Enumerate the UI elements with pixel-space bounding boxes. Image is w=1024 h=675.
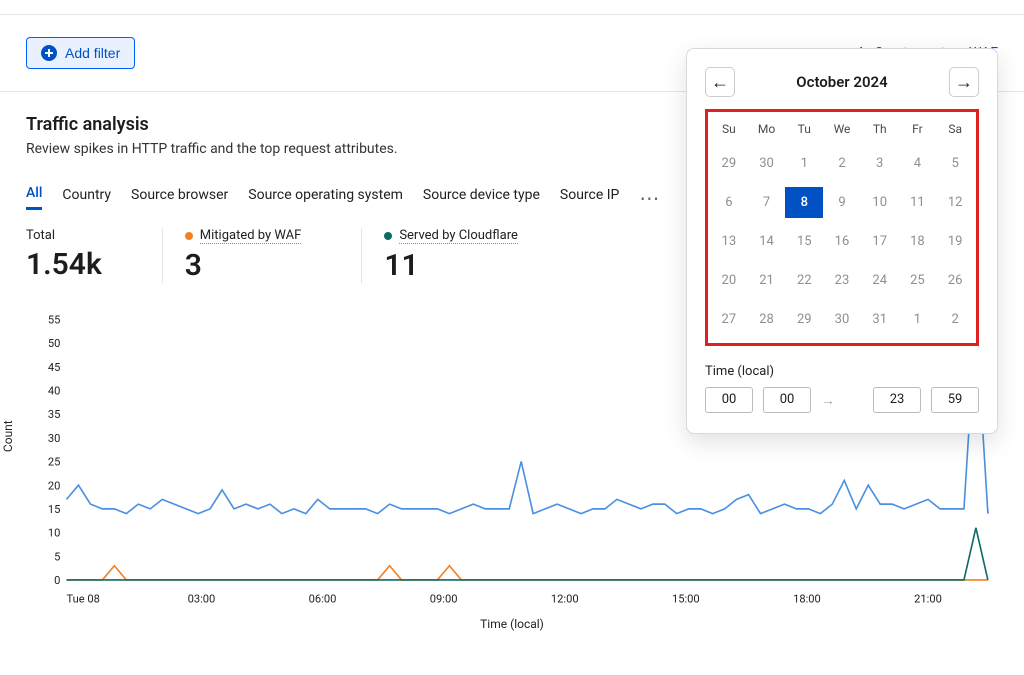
calendar-day[interactable]: 18 (899, 226, 937, 257)
chart-x-axis-label: Time (local) (0, 617, 1024, 631)
metric-mitigated-value: 3 (185, 248, 302, 283)
calendar-day[interactable]: 31 (861, 304, 899, 335)
more-tabs-icon[interactable]: ⋯ (639, 188, 659, 208)
svg-text:0: 0 (54, 574, 60, 587)
svg-text:5: 5 (54, 550, 60, 563)
calendar-day[interactable]: 9 (823, 187, 861, 218)
calendar-day[interactable]: 11 (899, 187, 937, 218)
metric-total-value: 1.54k (26, 247, 102, 282)
datepicker-popover: ← October 2024 → SuMoTuWeThFrSa293012345… (686, 48, 998, 434)
calendar-grid: SuMoTuWeThFrSa29301234567891011121314151… (710, 118, 974, 335)
calendar-day[interactable]: 19 (936, 226, 974, 257)
time-arrow-icon: → (821, 392, 835, 409)
calendar-frame: SuMoTuWeThFrSa29301234567891011121314151… (705, 109, 979, 346)
calendar-day[interactable]: 4 (899, 148, 937, 179)
tab-source-os[interactable]: Source operating system (248, 187, 403, 209)
calendar-day[interactable]: 26 (936, 265, 974, 296)
tab-source-device[interactable]: Source device type (423, 187, 540, 209)
calendar-day[interactable]: 29 (710, 148, 748, 179)
tab-country[interactable]: Country (62, 187, 111, 209)
add-filter-button[interactable]: Add filter (26, 37, 135, 69)
svg-text:55: 55 (48, 313, 61, 326)
calendar-day[interactable]: 14 (748, 226, 786, 257)
calendar-dow: Mo (748, 118, 786, 140)
svg-text:06:00: 06:00 (309, 593, 337, 606)
svg-text:18:00: 18:00 (793, 593, 821, 606)
calendar-day[interactable]: 16 (823, 226, 861, 257)
calendar-day[interactable]: 20 (710, 265, 748, 296)
calendar-day[interactable]: 3 (861, 148, 899, 179)
svg-text:25: 25 (48, 456, 61, 469)
metric-served-label[interactable]: Served by Cloudflare (399, 228, 518, 244)
time-from-min[interactable]: 00 (763, 387, 811, 413)
tab-source-browser[interactable]: Source browser (131, 187, 228, 209)
calendar-day[interactable]: 17 (861, 226, 899, 257)
svg-text:15:00: 15:00 (672, 593, 700, 606)
arrow-right-icon: → (955, 72, 973, 93)
calendar-day[interactable]: 8 (785, 187, 823, 218)
svg-text:Tue 08: Tue 08 (67, 593, 100, 606)
calendar-day[interactable]: 30 (748, 148, 786, 179)
calendar-day[interactable]: 13 (710, 226, 748, 257)
time-label: Time (local) (705, 364, 979, 379)
calendar-day[interactable]: 2 (823, 148, 861, 179)
calendar-day[interactable]: 7 (748, 187, 786, 218)
metric-served: Served by Cloudflare 11 (361, 228, 578, 283)
calendar-day[interactable]: 12 (936, 187, 974, 218)
svg-text:35: 35 (48, 408, 61, 421)
calendar-day[interactable]: 1 (899, 304, 937, 335)
calendar-day[interactable]: 2 (936, 304, 974, 335)
metric-total: Total 1.54k (26, 228, 162, 283)
svg-text:45: 45 (48, 361, 61, 374)
dot-teal-icon (384, 232, 392, 240)
prev-month-button[interactable]: ← (705, 67, 735, 97)
chart-y-axis-label: Count (1, 420, 15, 452)
calendar-dow: Su (710, 118, 748, 140)
svg-text:50: 50 (48, 337, 61, 350)
calendar-day[interactable]: 25 (899, 265, 937, 296)
calendar-dow: Tu (785, 118, 823, 140)
svg-text:15: 15 (48, 503, 61, 516)
calendar-day[interactable]: 30 (823, 304, 861, 335)
svg-text:12:00: 12:00 (551, 593, 579, 606)
svg-text:21:00: 21:00 (914, 593, 942, 606)
svg-text:40: 40 (48, 384, 61, 397)
calendar-day[interactable]: 24 (861, 265, 899, 296)
datepicker-month: October 2024 (796, 73, 887, 91)
calendar-dow: Fr (899, 118, 937, 140)
time-to-min[interactable]: 59 (931, 387, 979, 413)
arrow-left-icon: ← (711, 72, 729, 93)
dot-orange-icon (185, 232, 193, 240)
calendar-day[interactable]: 21 (748, 265, 786, 296)
svg-text:03:00: 03:00 (188, 593, 216, 606)
tab-source-ip[interactable]: Source IP (560, 187, 620, 209)
calendar-day[interactable]: 15 (785, 226, 823, 257)
metric-mitigated: Mitigated by WAF 3 (162, 228, 362, 283)
svg-text:20: 20 (48, 479, 61, 492)
plus-circle-icon (41, 45, 57, 61)
calendar-dow: Sa (936, 118, 974, 140)
time-from-hour[interactable]: 00 (705, 387, 753, 413)
calendar-day[interactable]: 5 (936, 148, 974, 179)
metric-total-label: Total (26, 228, 102, 243)
add-filter-label: Add filter (65, 45, 120, 61)
calendar-day[interactable]: 10 (861, 187, 899, 218)
svg-text:09:00: 09:00 (430, 593, 458, 606)
svg-text:10: 10 (48, 527, 61, 540)
calendar-day[interactable]: 6 (710, 187, 748, 218)
calendar-day[interactable]: 27 (710, 304, 748, 335)
tab-all[interactable]: All (26, 185, 42, 210)
calendar-day[interactable]: 29 (785, 304, 823, 335)
time-to-hour[interactable]: 23 (873, 387, 921, 413)
svg-text:30: 30 (48, 432, 61, 445)
calendar-day[interactable]: 22 (785, 265, 823, 296)
metric-served-value: 11 (384, 248, 518, 283)
calendar-dow: We (823, 118, 861, 140)
calendar-day[interactable]: 1 (785, 148, 823, 179)
calendar-dow: Th (861, 118, 899, 140)
calendar-day[interactable]: 23 (823, 265, 861, 296)
metric-mitigated-label[interactable]: Mitigated by WAF (200, 228, 302, 244)
next-month-button[interactable]: → (949, 67, 979, 97)
calendar-day[interactable]: 28 (748, 304, 786, 335)
